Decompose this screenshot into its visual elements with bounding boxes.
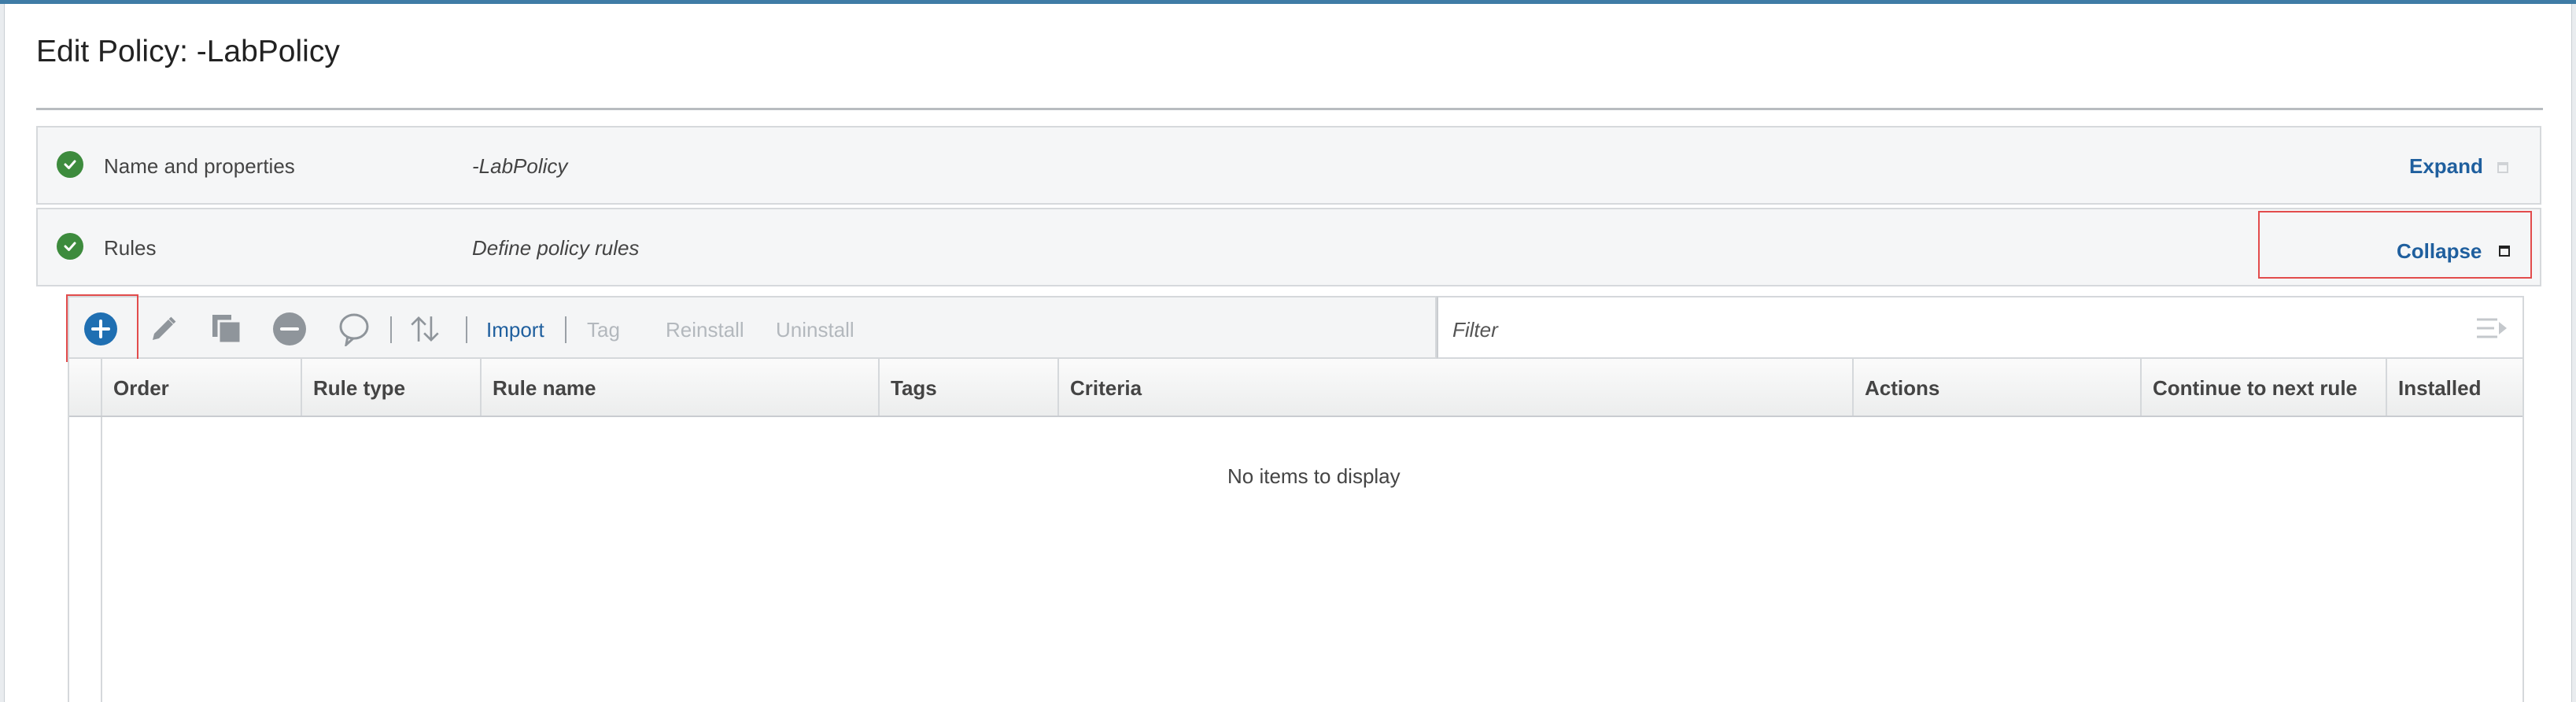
reinstall-button[interactable]: Reinstall [666,318,744,342]
rules-grid: Order Rule type Rule name Tags Criteria … [68,359,2524,702]
filter-options-icon[interactable] [2475,313,2508,343]
column-label: Order [113,376,169,400]
column-actions[interactable]: Actions [1854,359,2142,416]
column-tags[interactable]: Tags [880,359,1059,416]
filter-placeholder: Filter [1452,318,1498,342]
grid-left-strip [69,417,102,702]
column-installed[interactable]: Installed [2387,359,2522,416]
filter-input[interactable]: Filter [1437,296,2524,359]
grid-header: Order Rule type Rule name Tags Criteria … [69,359,2522,417]
section-description: -LabPolicy [472,154,568,178]
column-label: Rule name [493,376,596,400]
column-continue-to-next-rule[interactable]: Continue to next rule [2142,359,2387,416]
add-button-highlight [66,294,138,362]
column-order[interactable]: Order [102,359,302,416]
column-label: Continue to next rule [2153,376,2357,400]
rules-toolbar: Import Tag Reinstall Uninstall [68,296,1437,359]
column-label: Installed [2398,376,2482,400]
edit-icon[interactable] [146,312,181,346]
grid-select-column[interactable] [69,359,102,416]
window-top-bar [0,0,2576,4]
section-name: Name and properties [104,154,295,178]
toolbar-separator [466,316,467,343]
column-rule-type[interactable]: Rule type [302,359,482,416]
column-label: Tags [891,376,937,400]
copy-icon[interactable] [209,312,244,346]
remove-icon[interactable] [272,312,307,346]
expand-link[interactable]: Expand [2409,154,2483,179]
dialog-title: Edit Policy: -LabPolicy [36,35,340,68]
check-icon [57,151,83,178]
section-description: Define policy rules [472,236,640,260]
section-name-and-properties: Name and properties -LabPolicy Expand [36,126,2541,205]
tag-button[interactable]: Tag [587,318,620,342]
empty-message: No items to display [1227,464,1401,488]
column-rule-name[interactable]: Rule name [482,359,880,416]
reorder-icon[interactable] [408,312,442,346]
expand-square-icon[interactable] [2497,162,2508,173]
column-label: Rule type [313,376,406,400]
toolbar-separator [390,316,392,343]
section-rules: Rules Define policy rules Collapse [36,208,2541,286]
column-criteria[interactable]: Criteria [1059,359,1854,416]
comment-icon[interactable] [337,312,371,346]
right-edge [2571,4,2576,702]
column-label: Criteria [1070,376,1142,400]
toolbar-separator [565,316,566,343]
left-edge [0,4,5,702]
check-icon [57,233,83,260]
import-button[interactable]: Import [486,318,544,342]
section-name: Rules [104,236,157,260]
column-label: Actions [1865,376,1940,400]
title-divider [36,108,2543,110]
uninstall-button[interactable]: Uninstall [776,318,854,342]
collapse-highlight [2258,211,2532,279]
